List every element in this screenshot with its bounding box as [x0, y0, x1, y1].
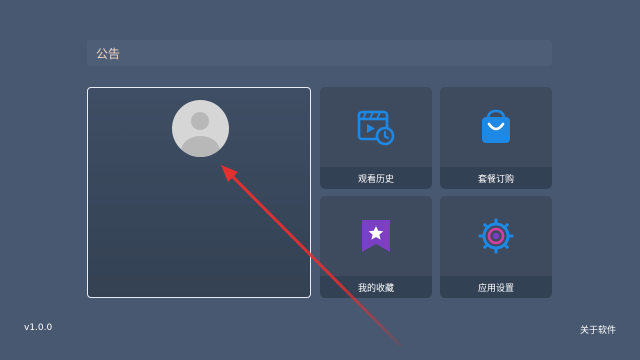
notice-bar[interactable]: 公告	[87, 40, 552, 66]
history-icon	[357, 110, 395, 146]
version-label: v1.0.0	[24, 323, 53, 333]
gear-icon	[478, 218, 514, 254]
notice-label: 公告	[96, 46, 121, 61]
plan-subscription-label: 套餐订购	[440, 167, 552, 189]
avatar-shoulders	[181, 136, 220, 157]
about-software-link[interactable]: 关于软件	[580, 323, 616, 336]
app-settings-button[interactable]: 应用设置	[440, 196, 552, 298]
avatar-head	[191, 112, 209, 130]
plan-subscription-button[interactable]: 套餐订购	[440, 87, 552, 189]
app-settings-label: 应用设置	[440, 276, 552, 298]
profile-card[interactable]	[87, 87, 311, 298]
bookmark-star-icon	[362, 220, 390, 252]
my-favorites-label: 我的收藏	[320, 276, 432, 298]
my-favorites-button[interactable]: 我的收藏	[320, 196, 432, 298]
watch-history-button[interactable]: 观看历史	[320, 87, 432, 189]
watch-history-label: 观看历史	[320, 167, 432, 189]
shopping-bag-icon	[482, 109, 510, 143]
avatar[interactable]	[172, 100, 229, 157]
